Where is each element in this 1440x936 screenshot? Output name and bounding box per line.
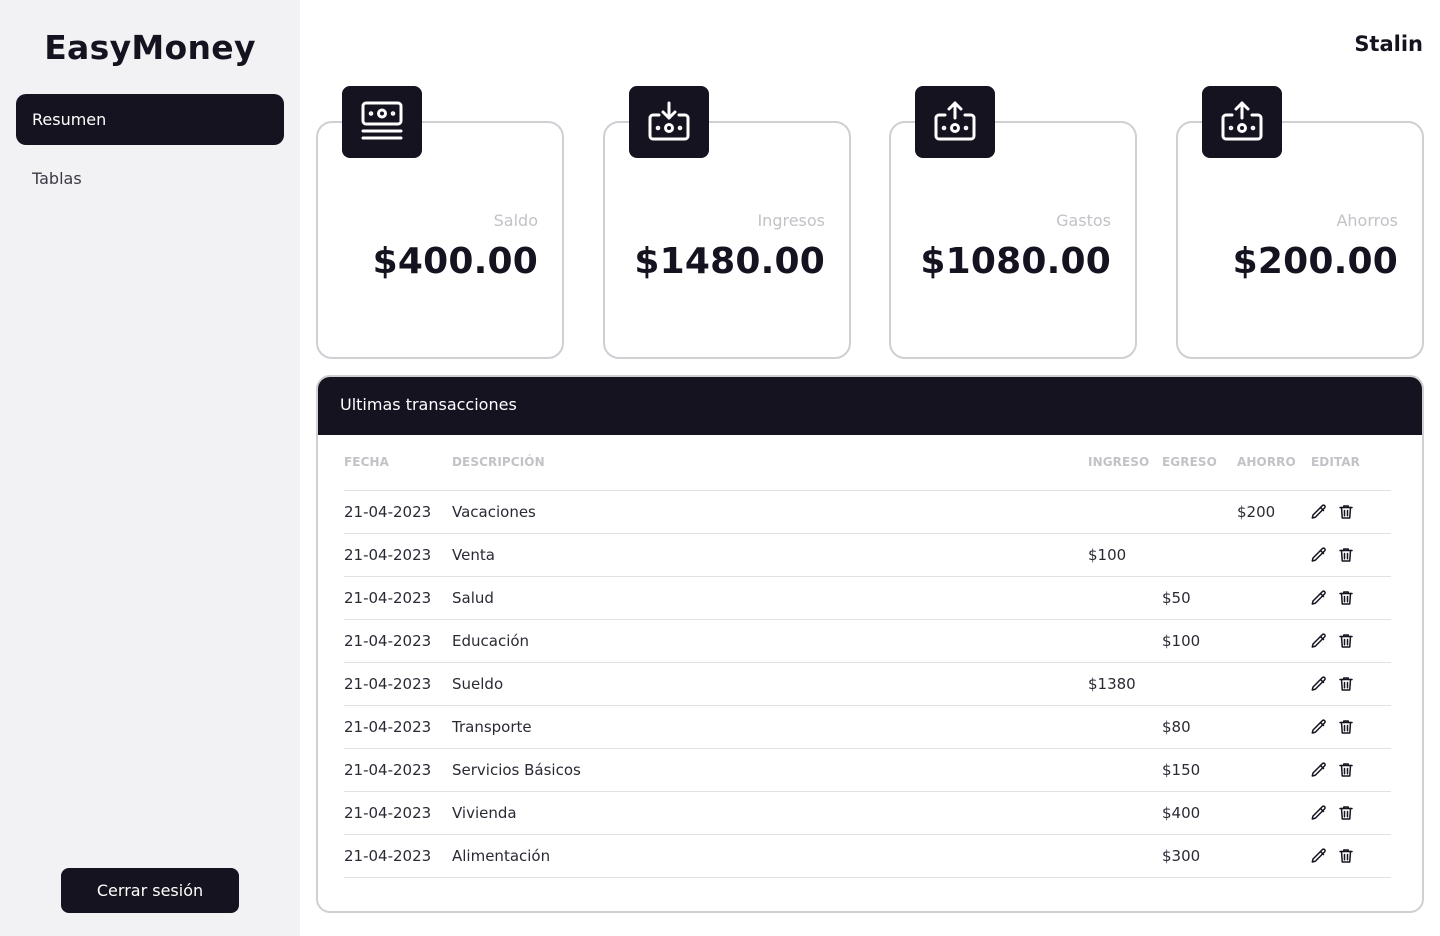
card-value: $400.00 (372, 241, 538, 282)
edit-pencil-icon[interactable] (1310, 632, 1328, 650)
sidebar-item-tablas[interactable]: Tablas (16, 153, 284, 204)
row-fecha: 21-04-2023 (344, 589, 432, 607)
delete-trash-icon[interactable] (1337, 804, 1355, 822)
row-egreso: $100 (1162, 632, 1201, 650)
table-row: 21-04-2023 Vivienda $400 (344, 792, 1391, 835)
table-row: 21-04-2023 Alimentación $300 (344, 835, 1391, 878)
card-label: Saldo (493, 211, 538, 230)
row-egreso: $50 (1162, 589, 1191, 607)
user-name[interactable]: Stalin (1354, 32, 1423, 56)
transactions-panel: Ultimas transacciones FECHA DESCRIPCIÓN … (316, 375, 1424, 913)
delete-trash-icon[interactable] (1337, 632, 1355, 650)
table-row: 21-04-2023 Transporte $80 (344, 706, 1391, 749)
row-descripcion: Sueldo (452, 675, 504, 693)
table-row: 21-04-2023 Vacaciones $200 (344, 491, 1391, 534)
row-descripcion: Salud (452, 589, 494, 607)
card-label: Ahorros (1336, 211, 1398, 230)
row-fecha: 21-04-2023 (344, 804, 432, 822)
transactions-title: Ultimas transacciones (340, 395, 517, 414)
table-row: 21-04-2023 Servicios Básicos $150 (344, 749, 1391, 792)
edit-pencil-icon[interactable] (1310, 675, 1328, 693)
edit-pencil-icon[interactable] (1310, 589, 1328, 607)
column-header-editar: EDITAR (1311, 455, 1361, 469)
row-egreso: $300 (1162, 847, 1201, 865)
table-row: 21-04-2023 Venta $100 (344, 534, 1391, 577)
row-fecha: 21-04-2023 (344, 675, 432, 693)
column-header-ingreso: INGRESO (1088, 455, 1150, 469)
table-row: 21-04-2023 Educación $100 (344, 620, 1391, 663)
row-egreso: $80 (1162, 718, 1191, 736)
delete-trash-icon[interactable] (1337, 847, 1355, 865)
delete-trash-icon[interactable] (1337, 718, 1355, 736)
row-descripcion: Venta (452, 546, 495, 564)
edit-pencil-icon[interactable] (1310, 503, 1328, 521)
row-ingreso: $1380 (1088, 675, 1136, 693)
sidebar: EasyMoney Resumen Tablas Cerrar sesión (0, 0, 300, 936)
edit-pencil-icon[interactable] (1310, 804, 1328, 822)
logout-button[interactable]: Cerrar sesión (61, 868, 239, 913)
column-header-egreso: EGRESO (1162, 455, 1217, 469)
row-fecha: 21-04-2023 (344, 847, 432, 865)
column-header-ahorro: AHORRO (1237, 455, 1296, 469)
card-label: Ingresos (757, 211, 825, 230)
brand-logo: EasyMoney (44, 28, 256, 67)
card-value: $1480.00 (634, 241, 825, 282)
column-header-descripcion: DESCRIPCIÓN (452, 455, 545, 469)
edit-pencil-icon[interactable] (1310, 847, 1328, 865)
row-fecha: 21-04-2023 (344, 718, 432, 736)
row-descripcion: Servicios Básicos (452, 761, 581, 779)
delete-trash-icon[interactable] (1337, 546, 1355, 564)
row-fecha: 21-04-2023 (344, 503, 432, 521)
row-egreso: $400 (1162, 804, 1201, 822)
column-header-fecha: FECHA (344, 455, 390, 469)
row-ingreso: $100 (1088, 546, 1127, 564)
edit-pencil-icon[interactable] (1310, 546, 1328, 564)
cash-out-icon (1202, 86, 1282, 158)
cash-in-icon (629, 86, 709, 158)
row-ahorro: $200 (1237, 503, 1276, 521)
row-egreso: $150 (1162, 761, 1201, 779)
card-value: $1080.00 (920, 241, 1111, 282)
row-fecha: 21-04-2023 (344, 632, 432, 650)
delete-trash-icon[interactable] (1337, 761, 1355, 779)
row-fecha: 21-04-2023 (344, 546, 432, 564)
table-row: 21-04-2023 Salud $50 (344, 577, 1391, 620)
row-descripcion: Educación (452, 632, 530, 650)
row-descripcion: Vivienda (452, 804, 517, 822)
card-label: Gastos (1056, 211, 1111, 230)
sidebar-item-resumen[interactable]: Resumen (16, 94, 284, 145)
row-descripcion: Vacaciones (452, 503, 536, 521)
cash-out-icon (915, 86, 995, 158)
row-fecha: 21-04-2023 (344, 761, 432, 779)
table-row: 21-04-2023 Sueldo $1380 (344, 663, 1391, 706)
delete-trash-icon[interactable] (1337, 675, 1355, 693)
delete-trash-icon[interactable] (1337, 503, 1355, 521)
edit-pencil-icon[interactable] (1310, 718, 1328, 736)
transactions-header: Ultimas transacciones (318, 377, 1422, 435)
row-descripcion: Transporte (452, 718, 532, 736)
row-descripcion: Alimentación (452, 847, 551, 865)
card-value: $200.00 (1232, 241, 1398, 282)
edit-pencil-icon[interactable] (1310, 761, 1328, 779)
delete-trash-icon[interactable] (1337, 589, 1355, 607)
money-bill-icon (342, 86, 422, 158)
